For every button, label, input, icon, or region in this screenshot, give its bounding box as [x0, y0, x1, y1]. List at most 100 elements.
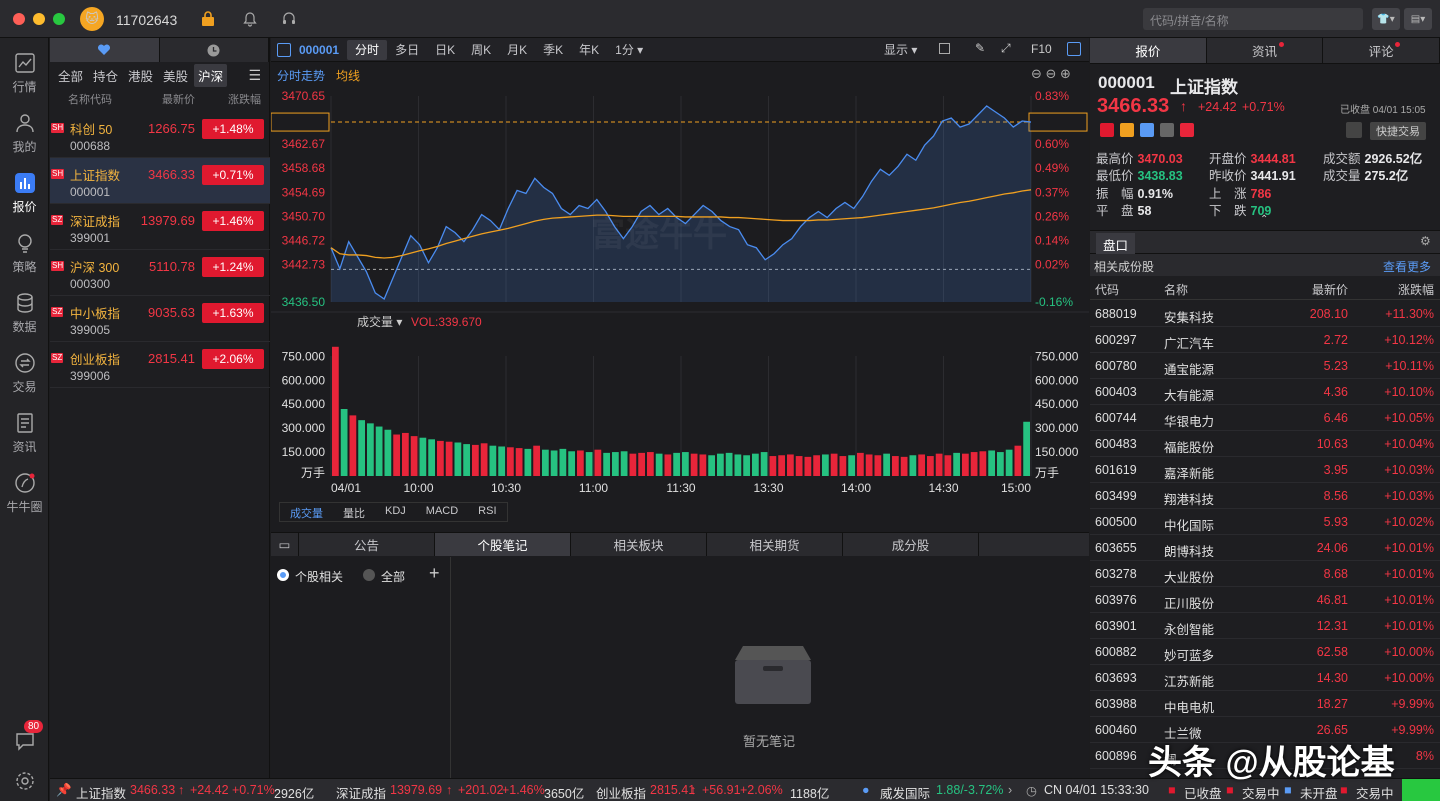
sidebar-item-data[interactable]: 数据: [0, 284, 49, 340]
component-row[interactable]: 600500 中化国际 5.93 +10.02%: [1090, 509, 1440, 535]
tab-news[interactable]: 资讯: [1206, 38, 1324, 63]
f10-button[interactable]: F10: [1031, 42, 1052, 56]
bell-icon[interactable]: [240, 9, 260, 29]
panel-collapse-icon[interactable]: ▭: [271, 533, 299, 556]
layout-icon[interactable]: ▤▾: [1404, 8, 1432, 30]
tab-announcements[interactable]: 公告: [299, 533, 435, 556]
settings-button[interactable]: [0, 766, 49, 796]
watchlist-row[interactable]: SZ 创业板指 399006 2815.41 +2.06%: [50, 342, 270, 388]
lightning-icon[interactable]: [1120, 123, 1134, 137]
fullscreen-icon[interactable]: ⤢: [1001, 41, 1011, 56]
period-year[interactable]: 年K: [571, 40, 607, 60]
filter-positions[interactable]: 持仓: [89, 64, 122, 87]
radio-related[interactable]: [277, 569, 289, 581]
filter-us[interactable]: 美股: [159, 64, 192, 87]
maximize-window-button[interactable]: [53, 13, 65, 25]
watchlist-row[interactable]: SZ 中小板指 399005 9035.63 +1.63%: [50, 296, 270, 342]
period-week[interactable]: 周K: [463, 40, 499, 60]
component-row[interactable]: 603988 中电电机 18.27 +9.99%: [1090, 691, 1440, 717]
radio-all[interactable]: [363, 569, 375, 581]
component-row[interactable]: 688019 安集科技 208.10 +11.30%: [1090, 301, 1440, 327]
period-intraday[interactable]: 分时: [347, 39, 388, 60]
see-more-link[interactable]: 查看更多: [1383, 258, 1431, 275]
indicator-vol-ratio[interactable]: 量比: [333, 503, 375, 521]
note-icon[interactable]: [1160, 123, 1174, 137]
component-row[interactable]: 601619 嘉泽新能 3.95 +10.03%: [1090, 457, 1440, 483]
component-row[interactable]: 600780 通宝能源 5.23 +10.11%: [1090, 353, 1440, 379]
watchlist-row[interactable]: SH 沪深 300 000300 5110.78 +1.24%: [50, 250, 270, 296]
add-note-button[interactable]: +: [429, 563, 440, 584]
period-1min[interactable]: 1分 ▾: [607, 40, 651, 60]
quick-trade-button[interactable]: 快捷交易: [1370, 122, 1426, 140]
component-row[interactable]: 603499 翔港科技 8.56 +10.03%: [1090, 483, 1440, 509]
tab-order-book[interactable]: 盘口: [1096, 233, 1136, 256]
gear-icon[interactable]: ⚙: [1420, 234, 1431, 248]
history-tab[interactable]: [159, 38, 269, 62]
close-window-button[interactable]: [13, 13, 25, 25]
indicator-kdj[interactable]: KDJ: [375, 503, 416, 521]
lock-icon[interactable]: [198, 9, 218, 29]
indicator-rsi[interactable]: RSI: [468, 503, 506, 521]
component-row[interactable]: 600882 妙可蓝多 62.58 +10.00%: [1090, 639, 1440, 665]
watchlist-row[interactable]: SH 上证指数 000001 3466.33 +0.71%: [50, 158, 270, 204]
tab-quote[interactable]: 报价: [1090, 38, 1207, 63]
sidebar-item-community[interactable]: 牛牛圈: [0, 464, 49, 520]
indicator-volume[interactable]: 成交量: [280, 503, 333, 521]
search-input[interactable]: 代码/拼音/名称: [1143, 8, 1363, 30]
tab-related-sectors[interactable]: 相关板块: [571, 533, 707, 556]
heart-icon[interactable]: [1180, 123, 1194, 137]
filter-all[interactable]: 全部: [54, 64, 87, 87]
intraday-chart[interactable]: 3470.650.83%3466.330.71%3462.670.60%3458…: [271, 86, 1089, 556]
filter-cn[interactable]: 沪深: [194, 63, 228, 87]
period-day[interactable]: 日K: [427, 40, 463, 60]
filter-hk[interactable]: 港股: [124, 64, 157, 87]
collapse-chevron-icon[interactable]: ⌃: [1260, 214, 1268, 225]
tag-icon[interactable]: [1140, 123, 1154, 137]
tab-related-futures[interactable]: 相关期货: [707, 533, 843, 556]
component-row[interactable]: 600483 福能股份 10.63 +10.04%: [1090, 431, 1440, 457]
component-row[interactable]: 603693 江苏新能 14.30 +10.00%: [1090, 665, 1440, 691]
message-button[interactable]: 80: [0, 720, 49, 752]
user-avatar[interactable]: 🐱: [80, 7, 104, 31]
right-panel-toggle-icon[interactable]: [1067, 42, 1081, 56]
panel-toggle-icon[interactable]: [277, 42, 291, 57]
watchlist-row[interactable]: SZ 深证成指 399001 13979.69 +1.46%: [50, 204, 270, 250]
period-quarter[interactable]: 季K: [535, 40, 571, 60]
sidebar-item-quote[interactable]: 报价: [0, 164, 49, 220]
sidebar-item-trade[interactable]: 交易: [0, 344, 49, 400]
tab-comments[interactable]: 评论: [1323, 38, 1440, 63]
favorites-tab[interactable]: [50, 38, 160, 62]
ticker-3-name[interactable]: 创业板指: [596, 783, 646, 801]
tab-notes[interactable]: 个股笔记: [435, 533, 571, 556]
ticker-2-name[interactable]: 深证成指: [336, 783, 386, 801]
component-row[interactable]: 600297 广汇汽车 2.72 +10.12%: [1090, 327, 1440, 353]
component-row[interactable]: 603655 朗博科技 24.06 +10.01%: [1090, 535, 1440, 561]
sidebar-item-mine[interactable]: 我的: [0, 104, 49, 160]
component-row[interactable]: 600744 华银电力 6.46 +10.05%: [1090, 405, 1440, 431]
sidebar-item-market[interactable]: 行情: [0, 44, 49, 100]
zoom-controls-icon[interactable]: ⊖ ⊖ ⊕: [1031, 66, 1071, 82]
pencil-icon[interactable]: ✎: [975, 41, 985, 55]
sidebar-item-strategy[interactable]: 策略: [0, 224, 49, 280]
chevron-right-icon[interactable]: ›: [1008, 783, 1012, 797]
pin-icon[interactable]: 📌: [56, 783, 72, 798]
indicator-macd[interactable]: MACD: [416, 503, 468, 521]
tab-constituents[interactable]: 成分股: [843, 533, 979, 556]
theme-shirt-icon[interactable]: 👕▾: [1372, 8, 1400, 30]
news-ticker-name[interactable]: 威发国际: [880, 783, 930, 801]
checkbox-icon[interactable]: [939, 43, 950, 54]
minimize-window-button[interactable]: [33, 13, 45, 25]
period-month[interactable]: 月K: [499, 40, 535, 60]
china-flag-icon[interactable]: [1100, 123, 1114, 137]
component-row[interactable]: 603901 永创智能 12.31 +10.01%: [1090, 613, 1440, 639]
sidebar-item-news[interactable]: 资讯: [0, 404, 49, 460]
component-row[interactable]: 600403 大有能源 4.36 +10.10%: [1090, 379, 1440, 405]
ticker-1-name[interactable]: 上证指数: [76, 783, 126, 801]
menu-icon[interactable]: ☰: [248, 67, 261, 84]
alert-bell-icon[interactable]: [1346, 122, 1362, 138]
watchlist-row[interactable]: SH 科创 50 000688 1266.75 +1.48%: [50, 112, 270, 158]
headset-icon[interactable]: [279, 9, 299, 29]
component-row[interactable]: 603278 大业股份 8.68 +10.01%: [1090, 561, 1440, 587]
period-multi-day[interactable]: 多日: [387, 40, 427, 60]
component-row[interactable]: 603976 正川股份 46.81 +10.01%: [1090, 587, 1440, 613]
